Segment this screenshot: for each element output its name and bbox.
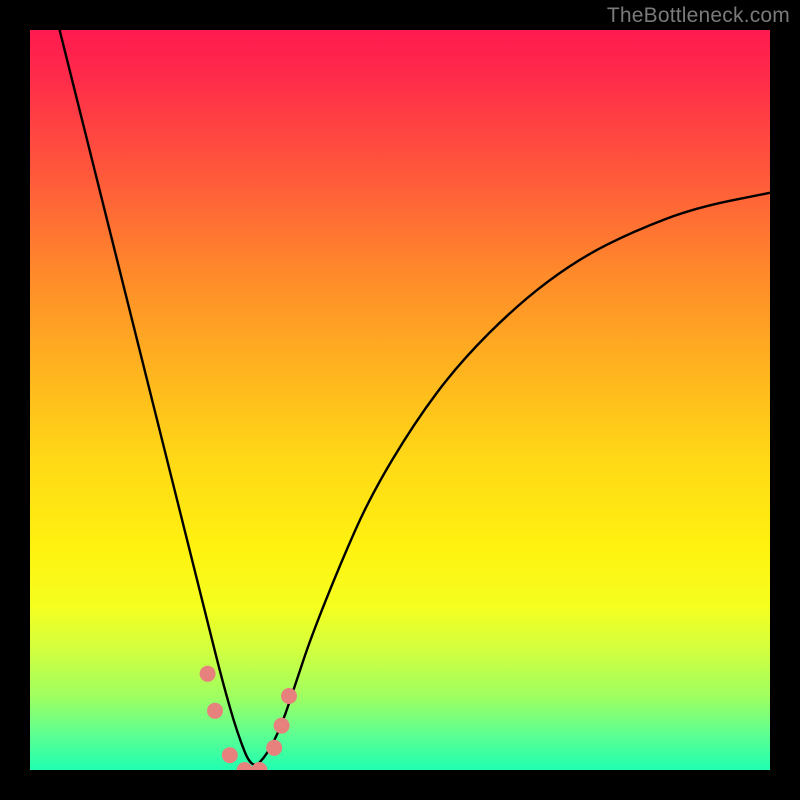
bottleneck-curve — [60, 30, 770, 765]
marker-point — [281, 688, 297, 704]
sample-markers — [200, 666, 297, 770]
chart-svg — [30, 30, 770, 770]
watermark-text: TheBottleneck.com — [607, 4, 790, 28]
marker-point — [222, 747, 238, 763]
marker-point — [207, 703, 223, 719]
plot-area — [30, 30, 770, 770]
outer-black-frame: TheBottleneck.com — [0, 0, 800, 800]
marker-point — [266, 740, 282, 756]
marker-point — [274, 718, 290, 734]
marker-point — [200, 666, 216, 682]
